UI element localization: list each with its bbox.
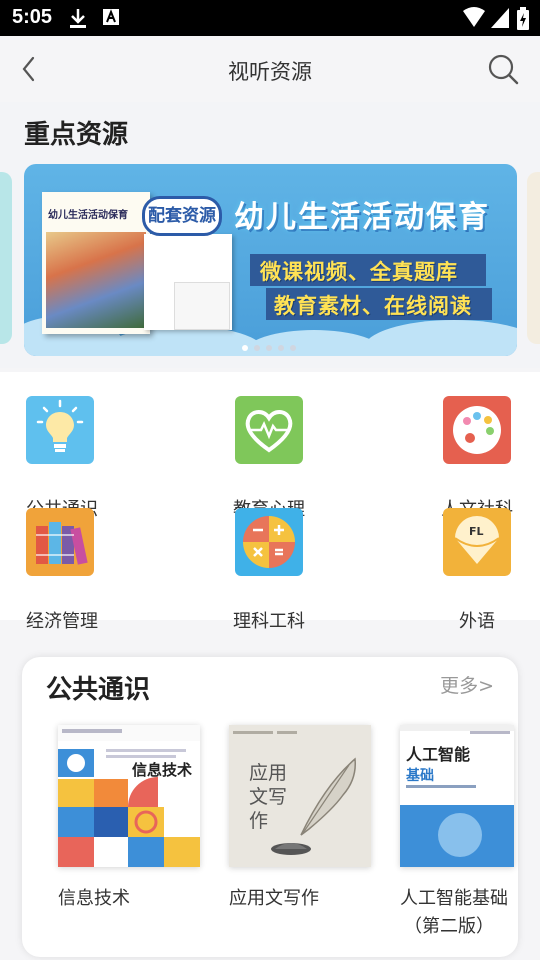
battery-icon (517, 7, 529, 30)
signal-icon (491, 8, 509, 28)
banner-next-peek[interactable] (527, 172, 540, 344)
book-cover: 信息技术 (58, 725, 200, 867)
more-link[interactable]: 更多> (440, 671, 494, 698)
status-bar: 5:05 (0, 0, 540, 36)
heart-pulse-icon (235, 396, 303, 464)
book-name: 应用文写作 (229, 888, 319, 909)
book-cover-title: 人工智能 (406, 745, 471, 764)
language-icon: FL (443, 508, 511, 576)
banner-cloud (364, 320, 517, 356)
banner-book-illustration (46, 232, 146, 328)
banner-cloud (244, 330, 384, 356)
banner-tablet-image (174, 282, 230, 330)
book-name: 信息技术 (58, 888, 130, 909)
category-grid: 公共通识 教育心理 人文社科 经济 (0, 372, 540, 632)
banner-prev-peek[interactable] (0, 172, 12, 344)
book-name: 人工智能基础 （第二版） (400, 885, 540, 941)
category-foreign-language[interactable]: FL 外语 (443, 508, 540, 632)
banner-tag: 配套资源 (142, 196, 222, 236)
book-name-line: （第二版） (404, 916, 494, 937)
book-cover: 人工智能 基础 (400, 725, 514, 867)
public-knowledge-card: 公共通识 更多> 信息技术 信息技术 应用文写作 应用文写作 人工智能 基础 人… (22, 657, 518, 957)
search-icon[interactable] (486, 52, 520, 86)
carousel-indicator (242, 345, 302, 351)
status-time: 5:05 (12, 6, 53, 28)
math-symbols-icon (235, 508, 303, 576)
banner-book-title: 幼儿生活活动保育 (48, 210, 128, 221)
banner-line-1: 微课视频、全真题库 (260, 260, 458, 284)
books-icon (26, 508, 94, 576)
banner-title: 幼儿生活活动保育 (234, 200, 490, 235)
svg-text:FL: FL (469, 525, 484, 538)
book-name-line: 人工智能基础 (400, 888, 508, 909)
book-cover-title: 应用文写作 (249, 762, 288, 832)
banner-line-2: 教育素材、在线阅读 (274, 294, 472, 318)
category-education-psychology[interactable]: 教育心理 (233, 396, 345, 520)
book-cover: 应用文写作 (229, 725, 371, 867)
category-humanities[interactable]: 人文社科 (441, 396, 540, 520)
text-app-icon (103, 9, 119, 25)
wifi-icon (463, 7, 485, 27)
category-label: 经济管理 (26, 611, 98, 632)
public-knowledge-heading: 公共通识 (46, 675, 151, 705)
carousel-dot (278, 345, 284, 351)
app-header: 视听资源 (0, 36, 540, 102)
carousel-dot-active (242, 345, 248, 351)
download-icon (70, 9, 86, 28)
page-title: 视听资源 (228, 60, 312, 84)
lightbulb-icon (26, 396, 94, 464)
category-label: 外语 (459, 611, 495, 632)
book-cover-illustration (58, 725, 200, 867)
book-cover-title: 信息技术 (132, 761, 193, 779)
book-cover-subtitle: 基础 (406, 768, 434, 784)
palette-icon (443, 396, 511, 464)
category-public-knowledge[interactable]: 公共通识 (26, 396, 136, 520)
carousel-dot (254, 345, 260, 351)
carousel-dot (290, 345, 296, 351)
category-science-engineering[interactable]: 理科工科 (233, 508, 345, 632)
banner-book-cover: 幼儿生活活动保育 (42, 192, 150, 334)
category-label: 理科工科 (233, 611, 305, 632)
carousel-dot (266, 345, 272, 351)
key-resources-heading: 重点资源 (24, 120, 129, 150)
featured-banner[interactable]: 幼儿生活活动保育 配套资源 幼儿生活活动保育 微课视频、全真题库 教育素材、在线… (24, 164, 517, 356)
category-economics-management[interactable]: 经济管理 (26, 508, 136, 632)
